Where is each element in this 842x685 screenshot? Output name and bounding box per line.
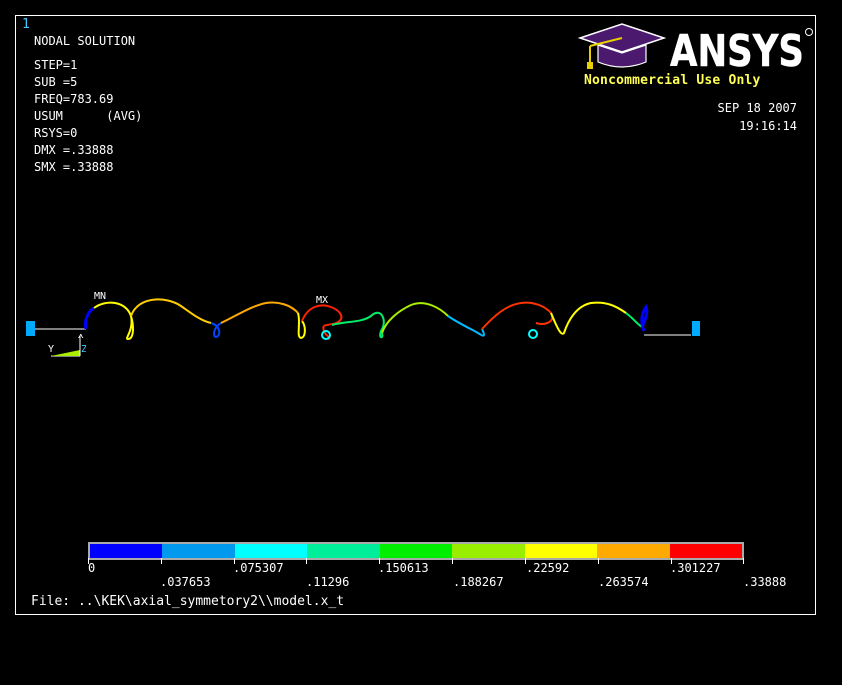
legend-band-1 (90, 544, 163, 558)
triad-x-label: X (78, 334, 84, 341)
coordinate-triad: Y Z X (48, 334, 86, 357)
left-flange (26, 321, 35, 336)
right-flange (692, 321, 700, 336)
legend-band-8 (597, 544, 670, 558)
max-marker: MX (316, 295, 328, 306)
info-rsys: RSYS=0 (34, 126, 78, 140)
legend-label-6: .22592 (526, 561, 570, 575)
legend-label-8: .301227 (670, 561, 721, 575)
legend-tick (598, 558, 599, 564)
info-freq: FREQ=783.69 (34, 92, 114, 106)
legend-tick (161, 558, 162, 564)
legend-label-1: .037653 (160, 575, 211, 589)
info-usum: USUM (AVG) (34, 109, 143, 123)
info-dmx: DMX =.33888 (34, 143, 114, 157)
legend-label-3: .11296 (306, 575, 350, 589)
triad-z-label: Z (81, 344, 86, 355)
legend-band-9 (669, 544, 742, 558)
legend-label-9: .33888 (743, 575, 787, 589)
legend-label-4: .150613 (378, 561, 429, 575)
info-title: NODAL SOLUTION (34, 34, 136, 48)
legend-band-3 (234, 544, 308, 558)
time-stamp: 19:16:14 (739, 119, 797, 133)
legend-band-7 (524, 544, 598, 558)
deformed-model-plot[interactable]: MN MX (16, 281, 816, 381)
ansys-logo: ANSYS (577, 23, 813, 77)
info-smx: SMX =.33888 (34, 160, 114, 174)
legend-band-6 (452, 544, 525, 558)
legend-band-5 (379, 544, 453, 558)
legend-label-2: .075307 (233, 561, 284, 575)
min-marker: MN (94, 291, 106, 302)
window-number: 1 (22, 17, 30, 32)
legend-band-2 (162, 544, 235, 558)
info-sub: SUB =5 (34, 75, 78, 89)
legend-tick (306, 558, 307, 564)
date-stamp: SEP 18 2007 (717, 101, 797, 115)
info-step: STEP=1 (34, 58, 78, 72)
ansys-brand-text: ANSYS (670, 26, 804, 77)
file-path: File: ..\KEK\axial_symmetory2\\model.x_t (31, 594, 345, 609)
legend-tick (743, 558, 744, 564)
legend-tick (452, 558, 453, 564)
graphics-window[interactable]: 1 NODAL SOLUTION STEP=1 SUB =5 FREQ=783.… (15, 15, 816, 615)
triad-y-label: Y (48, 344, 54, 355)
noncommercial-notice: Noncommercial Use Only (584, 73, 761, 88)
legend-band-4 (307, 544, 380, 558)
legend-label-5: .188267 (453, 575, 504, 589)
graduation-cap-icon (577, 23, 667, 69)
legend-label-0: 0 (88, 561, 96, 575)
legend-label-7: .263574 (598, 575, 649, 589)
contour-legend-bar (88, 542, 744, 560)
